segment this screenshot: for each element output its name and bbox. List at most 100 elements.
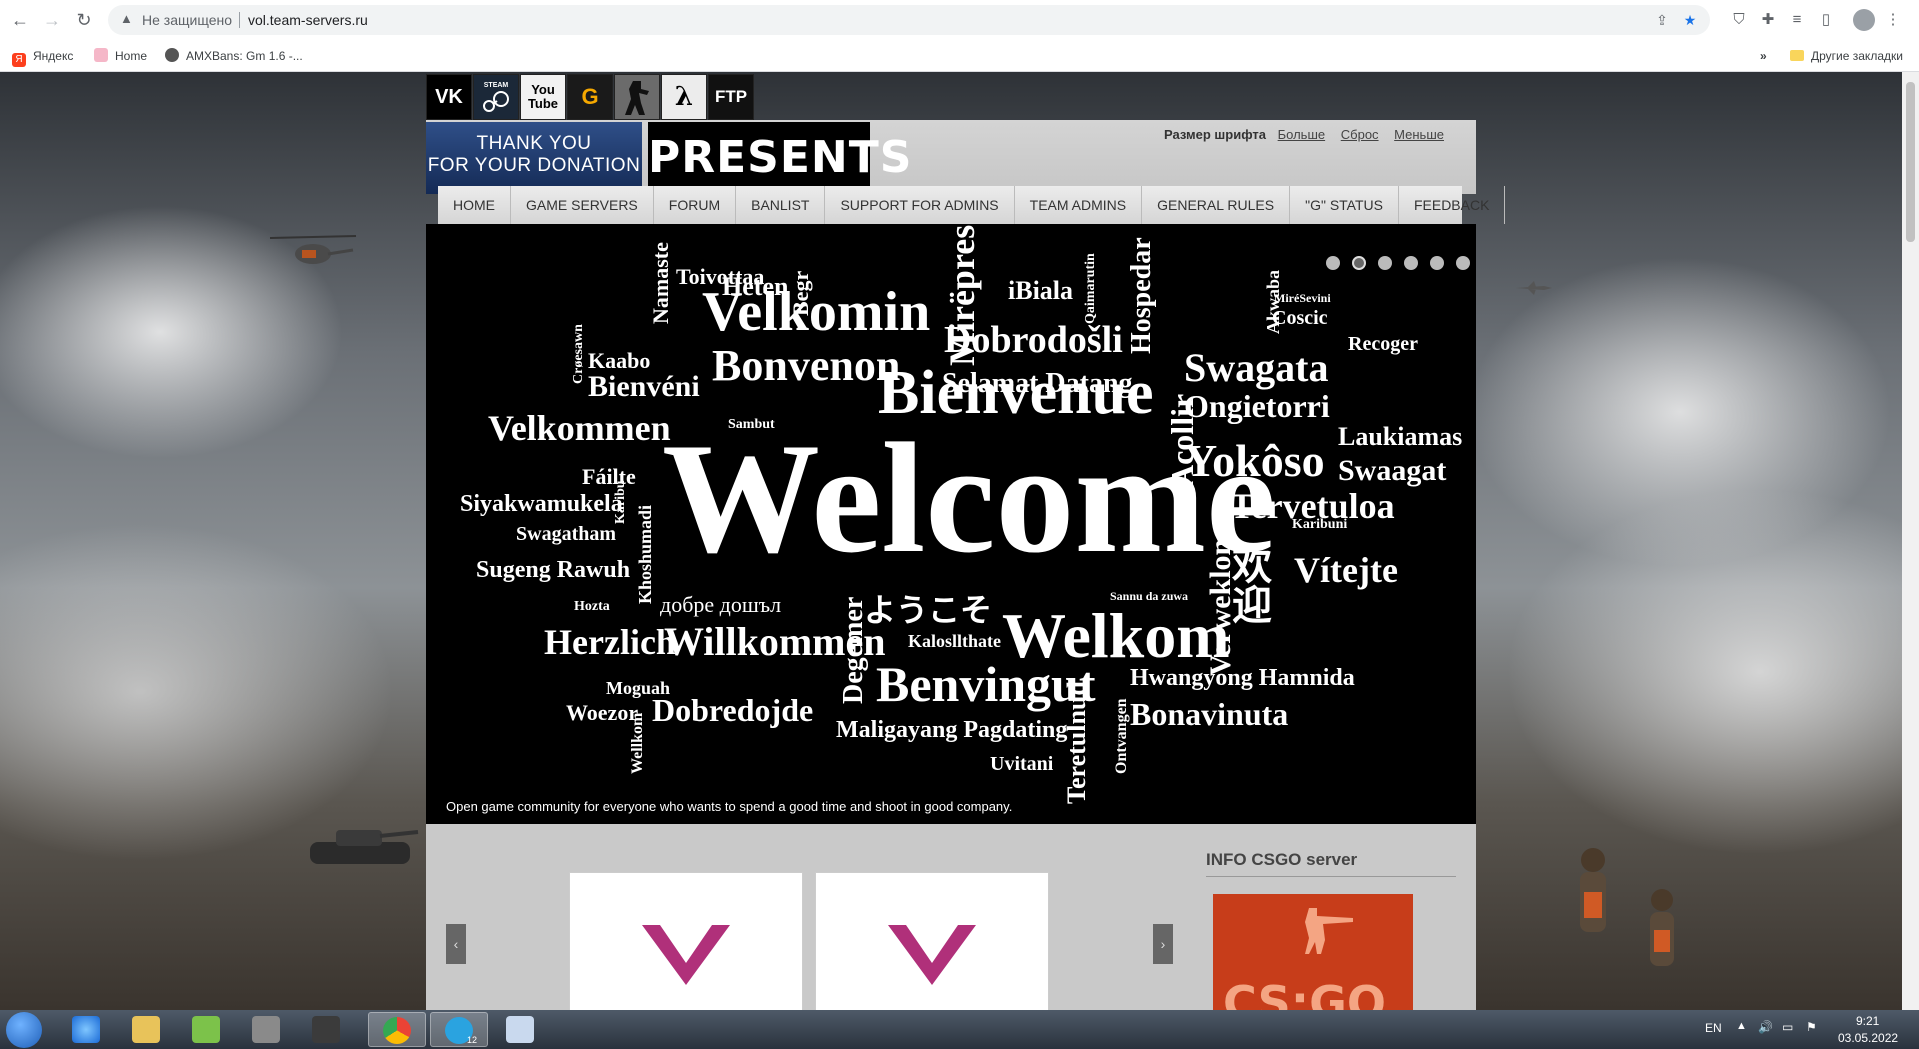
menu-banlist[interactable]: BANLIST <box>736 186 826 224</box>
address-bar[interactable]: ▲ Не защищено vol.team-servers.ru ⇪ ★ <box>108 5 1710 35</box>
soldiers-icon <box>1580 848 1674 966</box>
server-card-2[interactable] <box>815 872 1049 1010</box>
network-icon[interactable]: ▭ <box>1782 1020 1793 1034</box>
bookmark-home[interactable]: Home <box>94 48 147 64</box>
word-swaagat: Swaagat <box>1338 454 1447 487</box>
amxbans-favicon-icon <box>165 48 179 62</box>
menu-feedback[interactable]: FEEDBACK <box>1399 186 1506 224</box>
shield-extension-icon[interactable]: ⛉ <box>1728 9 1750 31</box>
bookmark-star-icon[interactable]: ★ <box>1680 10 1700 30</box>
word-yokoso: Yokôso <box>1184 435 1325 486</box>
slider-dot-4[interactable] <box>1404 256 1418 270</box>
menu-game-servers[interactable]: GAME SERVERS <box>511 186 654 224</box>
other-bookmarks-folder[interactable]: Другие закладки <box>1790 48 1903 64</box>
half-life-icon[interactable]: λ <box>661 74 707 120</box>
word-karibuni: Karibuni <box>1292 517 1348 532</box>
back-icon[interactable]: ← <box>8 8 32 32</box>
slider-dot-1[interactable] <box>1326 256 1340 270</box>
scrollbar-thumb[interactable] <box>1906 82 1915 242</box>
youtube-icon[interactable]: You Tube <box>520 74 566 120</box>
tray-expand-icon[interactable]: ▲ <box>1736 1020 1747 1032</box>
word-kaabo: Kaabo <box>588 348 651 373</box>
word-sannu-da-zuwa: Sannu da zuwa <box>1110 589 1189 603</box>
clock-time[interactable]: 9:21 <box>1856 1014 1879 1028</box>
clock-date[interactable]: 03.05.2022 <box>1838 1031 1898 1045</box>
home-favicon-icon <box>94 48 108 62</box>
menu-team-admins[interactable]: TEAM ADMINS <box>1015 186 1143 224</box>
ftp-icon[interactable]: FTP <box>708 74 754 120</box>
not-secure-label[interactable]: Не защищено <box>142 12 232 28</box>
carousel-prev-button[interactable]: ‹ <box>446 924 466 964</box>
word-maligayang-pagdating: Maligayang Pagdating <box>836 717 1068 743</box>
page-viewport: VK STEAM You Tube G λ FTP THANK YOU FOR … <box>0 72 1902 1010</box>
address-separator <box>239 12 240 28</box>
bookmark-label: Home <box>115 49 148 63</box>
steam-icon[interactable]: STEAM <box>473 74 519 120</box>
taskbar-explorer[interactable] <box>118 1012 176 1047</box>
word-heten: Heten <box>722 272 789 301</box>
font-bigger-link[interactable]: Больше <box>1278 127 1326 142</box>
taskbar-telegram[interactable]: 12 <box>430 1012 488 1047</box>
gametracker-icon[interactable]: G <box>567 74 613 120</box>
tank-icon <box>310 830 419 864</box>
word-kalosllthate: Kalosllthate <box>908 631 1001 651</box>
action-center-icon[interactable]: ⚑ <box>1806 1020 1817 1034</box>
language-indicator[interactable]: EN <box>1705 1021 1722 1035</box>
slider-dot-3[interactable] <box>1378 256 1392 270</box>
word-khoshumadi: Khoshumadi <box>635 504 655 604</box>
slider-caption: Open game community for everyone who wan… <box>446 799 1013 814</box>
volume-icon[interactable]: 🔊 <box>1758 1020 1773 1034</box>
taskbar-paint[interactable] <box>492 1012 550 1047</box>
slider-dot-5[interactable] <box>1430 256 1444 270</box>
font-reset-link[interactable]: Сброс <box>1341 127 1379 142</box>
word-dobre-doshal: добре дошъл <box>660 592 782 617</box>
url-text[interactable]: vol.team-servers.ru <box>248 12 368 28</box>
font-smaller-link[interactable]: Меньше <box>1394 127 1444 142</box>
word-acollir: Acollir <box>1164 393 1200 488</box>
share-icon[interactable]: ⇪ <box>1652 10 1672 30</box>
word-mirepres: Mirëpres <box>942 224 982 366</box>
bookmarks-overflow-icon[interactable]: » <box>1760 48 1767 64</box>
menu-forum[interactable]: FORUM <box>654 186 737 224</box>
taskbar-player[interactable] <box>298 1012 356 1047</box>
word-selamat-datang: Selamat Datang <box>942 368 1133 399</box>
carousel-next-button[interactable]: › <box>1153 924 1173 964</box>
slider-dot-2[interactable] <box>1352 256 1366 270</box>
bookmark-yandex[interactable]: Я Яндекс <box>12 48 73 67</box>
slider-dot-6[interactable] <box>1456 256 1470 270</box>
server-card-1[interactable] <box>569 872 803 1010</box>
counter-strike-icon[interactable] <box>614 74 660 120</box>
taskbar-media[interactable] <box>238 1012 296 1047</box>
taskbar-chrome[interactable] <box>368 1012 426 1047</box>
donation-banner[interactable]: THANK YOU FOR YOUR DONATION <box>426 122 642 194</box>
vk-icon[interactable]: VK <box>426 74 472 120</box>
site-container: VK STEAM You Tube G λ FTP THANK YOU FOR … <box>426 72 1506 1010</box>
browser-menu-icon[interactable]: ⋮ <box>1882 9 1904 31</box>
menu-g-status[interactable]: "G" STATUS <box>1290 186 1399 224</box>
word-sugeng-rawuh: Sugeng Rawuh <box>476 557 631 583</box>
folder-icon <box>1790 50 1804 61</box>
warning-icon[interactable]: ▲ <box>120 11 133 26</box>
word-verweklom: Verweklom <box>1204 530 1237 676</box>
forward-icon[interactable]: → <box>40 8 64 32</box>
reload-icon[interactable]: ↻ <box>72 8 96 32</box>
menu-home[interactable]: HOME <box>438 186 511 224</box>
extensions-puzzle-icon[interactable]: ✚ <box>1757 9 1779 31</box>
menu-general-rules[interactable]: GENERAL RULES <box>1142 186 1291 224</box>
internet-explorer-icon <box>72 1016 100 1043</box>
taskbar-ie[interactable] <box>58 1012 116 1047</box>
word-teretulnud: Teretulnud <box>1062 681 1091 804</box>
menu-support-for-admins[interactable]: SUPPORT FOR ADMINS <box>825 186 1015 224</box>
side-panel-icon[interactable]: ▯ <box>1815 9 1837 31</box>
csgo-logo-text: CS:GO <box>1223 976 1386 1010</box>
word-bonvenon: Bonvenon <box>712 341 901 390</box>
start-button[interactable] <box>6 1012 42 1048</box>
word-hwangyong-hamnida: Hwangyong Hamnida <box>1130 665 1355 691</box>
page-scrollbar[interactable] <box>1902 72 1919 1010</box>
telegram-badge: 12 <box>467 1035 478 1045</box>
csgo-banner[interactable]: CS:GO <box>1213 894 1413 1010</box>
reading-list-icon[interactable]: ≡ <box>1786 9 1808 31</box>
taskbar-chart-app[interactable] <box>178 1012 236 1047</box>
profile-avatar-icon[interactable] <box>1853 9 1875 31</box>
bookmark-amxbans[interactable]: AMXBans: Gm 1.6 -... <box>165 48 303 64</box>
